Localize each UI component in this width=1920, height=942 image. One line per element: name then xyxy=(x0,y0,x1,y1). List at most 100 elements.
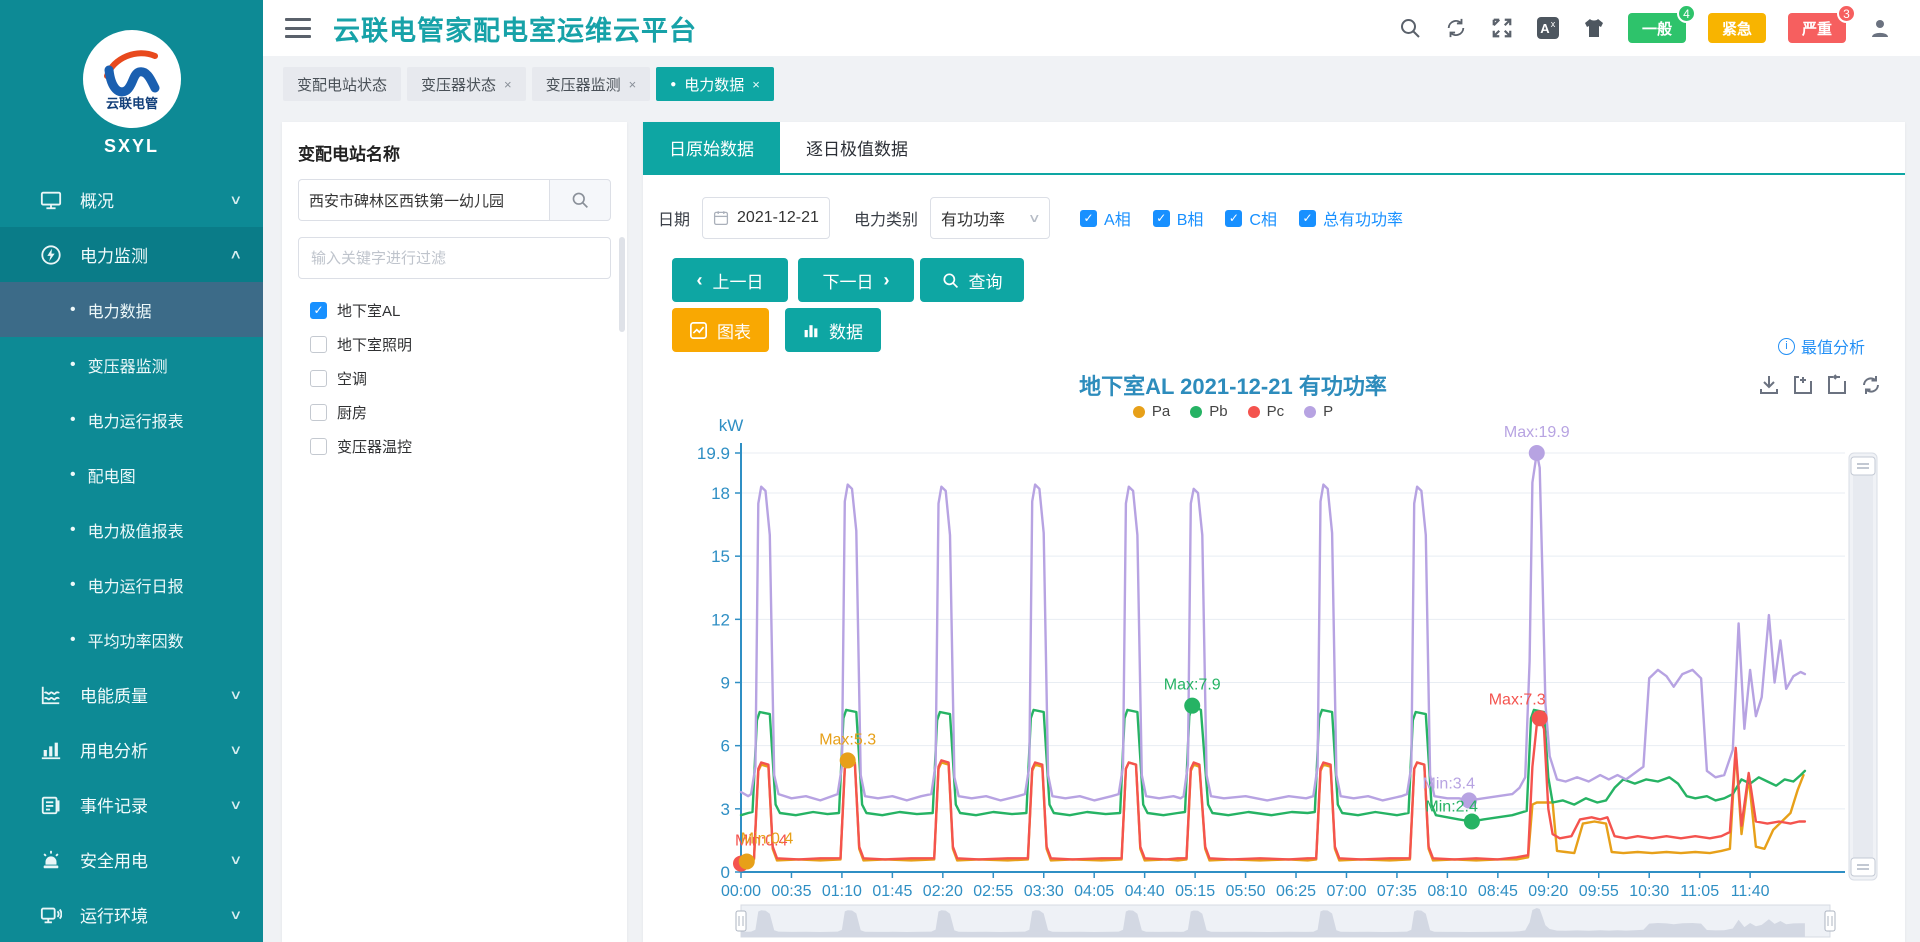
checkbox-checked[interactable]: ✓ xyxy=(1080,210,1097,227)
search-icon[interactable] xyxy=(1398,16,1422,40)
sidebar-item-安全用电[interactable]: 安全用电∨ xyxy=(0,832,263,887)
bullet-icon: • xyxy=(70,521,76,539)
datazoom-y-top-handle[interactable] xyxy=(1851,457,1875,475)
legend-item-Pc[interactable]: Pc xyxy=(1248,403,1285,420)
analysis-icon xyxy=(40,738,64,762)
tree-node-地下室照明[interactable]: 地下室照明 xyxy=(310,327,611,361)
data-view-button[interactable]: 数据 xyxy=(785,308,881,352)
datazoom-x-right-handle[interactable] xyxy=(1825,911,1835,931)
legend-item-P[interactable]: P xyxy=(1304,403,1333,420)
sidebar-item-电力监测[interactable]: 电力监测∨ xyxy=(0,227,263,282)
sidebar-item-用电分析[interactable]: 用电分析∨ xyxy=(0,722,263,777)
tree-node-厨房[interactable]: 厨房 xyxy=(310,395,611,429)
chart-view-button[interactable]: 图表 xyxy=(672,308,769,352)
date-label: 日期 xyxy=(658,206,690,230)
y-tick-label: 18 xyxy=(711,484,730,503)
checkbox-unchecked[interactable] xyxy=(310,336,327,353)
panel-scrollbar-thumb[interactable] xyxy=(619,237,625,332)
sidebar-subitem-电力运行报表[interactable]: •电力运行报表 xyxy=(0,392,263,447)
top-header: 云联电管家配电室运维云平台 Ax 一般4 紧急 严重3 xyxy=(263,0,1920,56)
chevron-down-icon: ∨ xyxy=(230,687,243,703)
legend-label: Pa xyxy=(1152,403,1170,420)
x-tick-label: 07:35 xyxy=(1377,883,1417,900)
calendar-icon xyxy=(713,210,729,226)
sidebar-subitem-变压器监测[interactable]: •变压器监测 xyxy=(0,337,263,392)
chevron-down-icon: ∨ xyxy=(230,907,243,923)
close-icon[interactable]: × xyxy=(504,77,512,92)
fullscreen-icon[interactable] xyxy=(1490,16,1514,40)
sidebar-item-电能质量[interactable]: 电能质量∨ xyxy=(0,667,263,722)
menu-collapse-icon[interactable] xyxy=(285,18,311,38)
tab-daily-extreme-data[interactable]: 逐日极值数据 xyxy=(780,122,934,173)
y-tick-label: 12 xyxy=(711,610,730,629)
alert-critical-button[interactable]: 严重3 xyxy=(1788,13,1846,43)
checkbox-checked[interactable]: ✓ xyxy=(1225,210,1242,227)
checkbox-checked[interactable]: ✓ xyxy=(1153,210,1170,227)
x-tick-label: 00:00 xyxy=(721,883,761,900)
page-tab-变压器监测[interactable]: 变压器监测× xyxy=(532,67,651,101)
phase-check-A相[interactable]: ✓A相 xyxy=(1080,206,1131,230)
sidebar: 云联电管 SXYL 概况∨电力监测∨•电力数据•变压器监测•电力运行报表•配电图… xyxy=(0,0,263,942)
date-value: 2021-12-21 xyxy=(737,209,819,227)
x-tick-label: 11:40 xyxy=(1731,883,1770,900)
bullet-icon: • xyxy=(70,576,76,594)
sidebar-subitem-电力极值报表[interactable]: •电力极值报表 xyxy=(0,502,263,557)
sidebar-subitem-配电图[interactable]: •配电图 xyxy=(0,447,263,502)
restore-icon[interactable] xyxy=(1859,373,1883,397)
tree-node-地下室AL[interactable]: ✓地下室AL xyxy=(310,293,611,327)
alert-urgent-button[interactable]: 紧急 xyxy=(1708,13,1766,43)
header-actions: Ax 一般4 紧急 严重3 xyxy=(1398,13,1920,43)
page-tab-变配电站状态[interactable]: 变配电站状态 xyxy=(283,67,401,101)
station-search-button[interactable] xyxy=(549,179,611,221)
tree-node-空调[interactable]: 空调 xyxy=(310,361,611,395)
tree-node-变压器温控[interactable]: 变压器温控 xyxy=(310,429,611,463)
legend-label: Pb xyxy=(1209,403,1227,420)
zoom-box-icon[interactable] xyxy=(1791,373,1815,397)
phase-check-C相[interactable]: ✓C相 xyxy=(1225,206,1277,230)
close-icon[interactable]: × xyxy=(629,77,637,92)
next-day-button[interactable]: 下一日 › xyxy=(798,258,914,302)
legend-item-Pa[interactable]: Pa xyxy=(1133,403,1170,420)
checkbox-unchecked[interactable] xyxy=(310,370,327,387)
page-tab-变压器状态[interactable]: 变压器状态× xyxy=(407,67,526,101)
alert-normal-button[interactable]: 一般4 xyxy=(1628,13,1686,43)
station-name-input[interactable] xyxy=(298,179,549,221)
theme-shirt-icon[interactable] xyxy=(1582,16,1606,40)
tree-node-label: 地下室照明 xyxy=(337,334,412,355)
phase-check-总有功功率[interactable]: ✓总有功功率 xyxy=(1299,206,1403,230)
alert-count-badge: 3 xyxy=(1837,4,1856,23)
query-button[interactable]: 查询 xyxy=(920,258,1024,302)
sidebar-item-label: 概况 xyxy=(80,187,231,212)
page-tab-电力数据[interactable]: ●电力数据× xyxy=(656,67,774,101)
power-type-label: 电力类别 xyxy=(854,206,918,230)
power-type-select[interactable]: 有功功率 ∨ xyxy=(930,197,1050,239)
line-chart-canvas[interactable]: 036912151819.9kW00:0000:3501:1001:4502:2… xyxy=(643,355,1905,942)
tab-daily-raw-data[interactable]: 日原始数据 xyxy=(643,122,780,173)
download-icon[interactable] xyxy=(1757,373,1781,397)
checkbox-checked[interactable]: ✓ xyxy=(1299,210,1316,227)
env-icon xyxy=(40,903,64,927)
sidebar-subitem-电力运行日报[interactable]: •电力运行日报 xyxy=(0,557,263,612)
prev-day-button[interactable]: ‹ 上一日 xyxy=(672,258,788,302)
zoom-restore-icon[interactable] xyxy=(1825,373,1849,397)
translate-icon[interactable]: Ax xyxy=(1536,16,1560,40)
phase-check-B相[interactable]: ✓B相 xyxy=(1153,206,1204,230)
sidebar-item-事件记录[interactable]: 事件记录∨ xyxy=(0,777,263,832)
sidebar-item-概况[interactable]: 概况∨ xyxy=(0,172,263,227)
datazoom-x-left-handle[interactable] xyxy=(736,911,746,931)
svg-text:A: A xyxy=(1540,21,1550,36)
markpoint-label: Max:7.3 xyxy=(1489,691,1546,708)
close-icon[interactable]: × xyxy=(752,77,760,92)
checkbox-unchecked[interactable] xyxy=(310,404,327,421)
tree-filter-input[interactable] xyxy=(298,237,611,279)
sidebar-subitem-电力数据[interactable]: •电力数据 xyxy=(0,282,263,337)
date-picker[interactable]: 2021-12-21 xyxy=(702,197,830,239)
checkbox-unchecked[interactable] xyxy=(310,438,327,455)
sidebar-subitem-平均功率因数[interactable]: •平均功率因数 xyxy=(0,612,263,667)
refresh-icon[interactable] xyxy=(1444,16,1468,40)
legend-item-Pb[interactable]: Pb xyxy=(1190,403,1227,420)
user-icon[interactable] xyxy=(1868,16,1892,40)
datazoom-y-bottom-handle[interactable] xyxy=(1851,858,1875,876)
checkbox-checked[interactable]: ✓ xyxy=(310,302,327,319)
sidebar-item-运行环境[interactable]: 运行环境∨ xyxy=(0,887,263,942)
